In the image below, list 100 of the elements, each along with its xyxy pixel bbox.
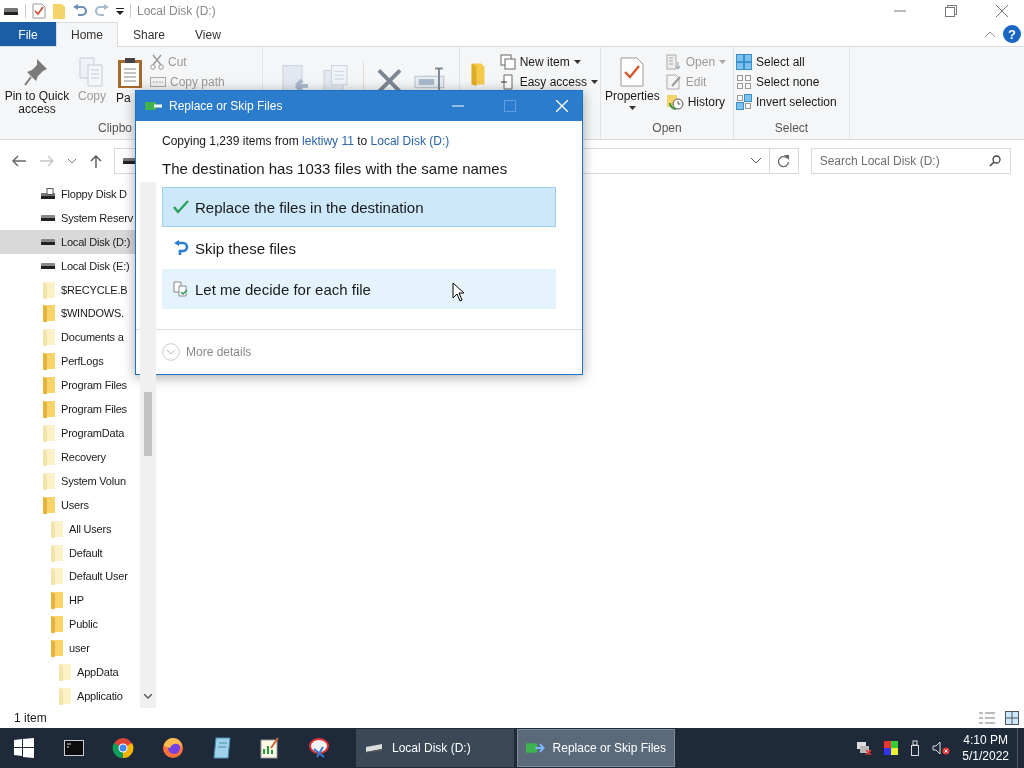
refresh-button[interactable] xyxy=(768,148,799,174)
nav-item[interactable]: Public xyxy=(0,612,140,637)
mouse-cursor-icon xyxy=(452,282,465,302)
app-icon[interactable] xyxy=(308,737,330,759)
nav-item[interactable]: AppData xyxy=(0,660,140,685)
nav-item[interactable]: Recovery xyxy=(0,444,140,469)
ribbon-button[interactable]: Select all xyxy=(736,55,837,69)
clock-date[interactable]: 5/1/2022 xyxy=(962,748,1009,764)
ribbon-button[interactable]: History xyxy=(665,95,727,109)
copy-icon xyxy=(78,57,106,87)
help-button[interactable]: ? xyxy=(1003,25,1021,43)
nav-item[interactable]: Default User xyxy=(0,564,140,589)
nav-item[interactable]: Default xyxy=(0,540,140,565)
nav-item[interactable]: user xyxy=(0,636,140,661)
chevron-down-icon[interactable] xyxy=(144,694,152,699)
item-count: 1 item xyxy=(14,711,47,725)
chevron-up-icon[interactable] xyxy=(985,31,995,37)
ribbon-tab[interactable]: View xyxy=(180,22,236,46)
file-transfer-icon xyxy=(526,742,545,754)
nav-item[interactable]: Program Files xyxy=(0,373,140,398)
nav-item[interactable]: Users xyxy=(0,492,140,517)
ribbon-button[interactable]: Easy access xyxy=(499,75,598,89)
dialog-title: Replace or Skip Files xyxy=(169,99,283,113)
nav-item[interactable]: PerfLogs xyxy=(0,349,140,374)
taskbar-button[interactable]: Replace or Skip Files xyxy=(517,729,675,767)
notepad-icon[interactable] xyxy=(260,737,280,759)
group-label: Select xyxy=(773,121,810,137)
file-transfer-icon xyxy=(145,101,163,111)
refresh-icon xyxy=(777,154,790,168)
select-all-icon xyxy=(736,54,752,70)
dialog-heading: The destination has 1033 files with the same names xyxy=(162,159,509,179)
color-grid-icon[interactable] xyxy=(884,741,899,755)
drive-icon xyxy=(122,157,137,165)
chevron-circle-icon xyxy=(162,343,180,361)
drive-icon xyxy=(3,6,19,16)
large-icons-view-icon[interactable] xyxy=(1005,711,1019,725)
windows-start-icon[interactable] xyxy=(14,738,34,758)
invert-selection-icon xyxy=(736,94,752,110)
properties-button[interactable]: Properties xyxy=(603,51,662,110)
caret-icon xyxy=(573,60,581,64)
dialog-option[interactable]: Skip these files xyxy=(162,228,556,268)
nav-item[interactable]: HP xyxy=(0,588,140,613)
open-icon xyxy=(665,54,682,70)
notebook-icon[interactable] xyxy=(212,737,232,759)
ribbon-button[interactable]: Select none xyxy=(736,75,837,89)
floppy-drive-icon xyxy=(40,187,56,200)
select-none-icon xyxy=(736,74,752,90)
search-icon xyxy=(988,155,1001,167)
caret-icon xyxy=(591,80,598,84)
new-item-icon xyxy=(499,54,516,70)
restore-icon[interactable] xyxy=(945,5,957,17)
nav-item[interactable]: Applicatio xyxy=(0,684,140,708)
nav-item[interactable]: $RECYCLE.B xyxy=(0,277,140,302)
destination-link[interactable]: Local Disk (D:) xyxy=(370,134,450,148)
nav-item[interactable]: ProgramData xyxy=(0,421,140,445)
dialog-option[interactable]: Let me decide for each file xyxy=(162,269,556,309)
undo-icon[interactable] xyxy=(72,4,88,18)
caret-icon xyxy=(628,106,636,110)
more-details-button[interactable]: More details xyxy=(162,343,252,361)
browser-icon[interactable] xyxy=(112,737,134,759)
ribbon-button[interactable]: Pin to Quick access xyxy=(2,51,72,116)
clipboard-icon xyxy=(116,57,144,89)
window-title: Local Disk (D:) xyxy=(137,4,216,18)
chevron-down-icon[interactable] xyxy=(750,158,761,164)
group-label: Clipbo xyxy=(97,121,134,137)
nav-item[interactable]: Program Files xyxy=(0,397,140,422)
nav-item[interactable]: System Reserv xyxy=(0,205,140,230)
ribbon-button[interactable]: Invert selection xyxy=(736,95,837,109)
chevron-down-icon[interactable] xyxy=(67,158,76,164)
ribbon-tab[interactable]: Home xyxy=(56,22,118,47)
nav-item[interactable]: Local Disk (E:) xyxy=(0,253,140,278)
caret-icon xyxy=(719,60,727,64)
path-icon xyxy=(150,77,166,87)
scrollbar[interactable] xyxy=(140,182,156,708)
search-field[interactable]: Search Local Disk (D:) xyxy=(810,148,1011,174)
volume-muted-icon[interactable] xyxy=(932,741,951,755)
group-label: Open xyxy=(651,121,683,137)
ribbon-tab[interactable]: Share xyxy=(118,22,181,46)
clock-time[interactable]: 4:10 PM xyxy=(963,732,1008,748)
close-icon[interactable] xyxy=(996,5,1008,17)
compare-files-icon xyxy=(173,281,189,297)
properties-icon[interactable] xyxy=(32,3,46,19)
back-icon[interactable] xyxy=(12,155,26,167)
caret-icon[interactable] xyxy=(116,7,124,15)
ribbon-button[interactable]: New item xyxy=(499,55,598,69)
scrollbar-thumb[interactable] xyxy=(144,392,152,456)
nav-item[interactable]: All Users xyxy=(0,516,140,541)
taskbar-button[interactable]: Local Disk (D:) xyxy=(356,729,514,767)
network-icon[interactable] xyxy=(856,741,873,755)
up-icon[interactable] xyxy=(89,154,102,168)
nav-item[interactable]: $WINDOWS. xyxy=(0,301,140,326)
nav-item[interactable]: Floppy Disk D xyxy=(0,182,140,206)
usb-drive-icon[interactable] xyxy=(910,740,921,756)
terminal-icon[interactable] xyxy=(64,740,84,756)
dialog-option[interactable]: Replace the files in the destination xyxy=(162,187,556,227)
nav-item[interactable]: Documents a xyxy=(0,325,140,350)
source-link[interactable]: lektiwy 11 xyxy=(302,134,354,148)
nav-item[interactable]: System Volun xyxy=(0,468,140,493)
browser-icon[interactable] xyxy=(162,737,184,759)
ribbon-tab[interactable]: File xyxy=(0,22,56,46)
